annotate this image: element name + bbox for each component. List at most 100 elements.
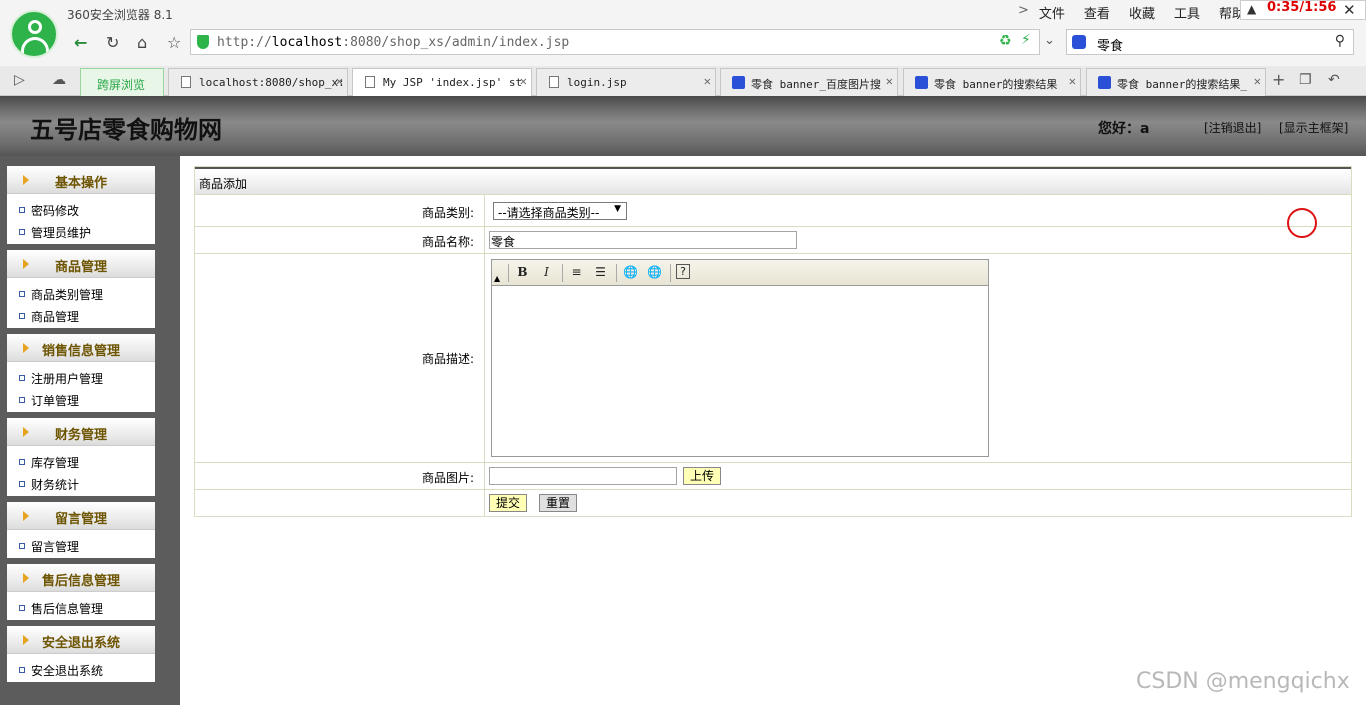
sidebar-group-header[interactable]: 基本操作 <box>7 166 155 194</box>
baidu-paw-icon <box>732 76 745 89</box>
address-bar[interactable]: http://localhost:8080/shop_xs/admin/inde… <box>190 29 1040 55</box>
refresh-icon[interactable]: ↻ <box>106 33 119 52</box>
sidebar-group-header[interactable]: 售后信息管理 <box>7 564 155 592</box>
help-icon[interactable]: ? <box>676 264 690 279</box>
sidebar-item-statistics[interactable]: 财务统计 <box>7 473 155 495</box>
tab-baidu-search-2[interactable]: 零食 banner的搜索结果_ ✕ <box>1086 68 1266 96</box>
recycle-icon[interactable]: ♻ <box>999 33 1012 49</box>
sidebar-item-password[interactable]: 密码修改 <box>7 199 155 221</box>
document-icon <box>549 76 559 88</box>
sidebar-item-inventory[interactable]: 库存管理 <box>7 451 155 473</box>
bold-icon[interactable]: B <box>514 264 531 281</box>
sidebar-group-sales: 销售信息管理 注册用户管理 订单管理 <box>7 334 155 412</box>
name-label: 商品名称: <box>421 235 474 249</box>
editor-body[interactable] <box>492 286 988 456</box>
sidebar-group-header[interactable]: 财务管理 <box>7 418 155 446</box>
bullet-icon <box>19 375 25 381</box>
tab-list-icon[interactable]: ❐ <box>1299 72 1312 88</box>
link-icon[interactable]: 🌐 <box>622 264 639 281</box>
tab-cross-screen[interactable]: 跨屏浏览 <box>80 68 164 96</box>
tab-baidu-images[interactable]: 零食 banner_百度图片搜 ✕ <box>720 68 898 96</box>
menu-tools[interactable]: 工具 <box>1174 3 1200 22</box>
bullet-icon <box>19 291 25 297</box>
close-tab-icon[interactable]: ✕ <box>520 74 527 88</box>
sidebar: 基本操作 密码修改 管理员维护 商品管理 商品类别管理 商品管理 销售信息管理 … <box>0 156 180 705</box>
bullet-icon <box>19 459 25 465</box>
description-label: 商品描述: <box>421 352 474 366</box>
star-icon[interactable]: ☆ <box>167 33 181 52</box>
baidu-paw-icon[interactable] <box>1072 35 1086 49</box>
menu-view[interactable]: 查看 <box>1084 3 1110 22</box>
bullet-icon <box>19 543 25 549</box>
sidebar-item-users[interactable]: 注册用户管理 <box>7 367 155 389</box>
row-image: 商品图片: 上传 <box>195 463 1351 490</box>
chevron-right-icon[interactable]: > <box>1018 3 1029 22</box>
logout-link[interactable]: [注销退出] <box>1204 119 1261 136</box>
sidebar-group-messages: 留言管理 留言管理 <box>7 502 155 558</box>
new-tab-icon[interactable]: + <box>1272 70 1285 89</box>
close-tab-icon[interactable]: ✕ <box>1254 74 1261 88</box>
sidebar-item-orders[interactable]: 订单管理 <box>7 389 155 411</box>
watermark: CSDN @mengqichx <box>1136 669 1350 694</box>
unlink-icon[interactable]: 🌐 <box>646 264 663 281</box>
sidebar-group-finance: 财务管理 库存管理 财务统计 <box>7 418 155 496</box>
sidebar-group-header[interactable]: 安全退出系统 <box>7 626 155 654</box>
close-tab-icon[interactable]: ✕ <box>704 74 711 88</box>
sidebar-group-goods: 商品管理 商品类别管理 商品管理 <box>7 250 155 328</box>
ordered-list-icon[interactable]: ≡ <box>568 264 585 281</box>
search-icon[interactable]: ⚲ <box>1335 33 1345 49</box>
sidebar-group-exit: 安全退出系统 安全退出系统 <box>7 626 155 682</box>
submit-button[interactable]: 提交 <box>489 494 527 512</box>
tab-login-jsp[interactable]: login.jsp ✕ <box>536 68 716 96</box>
sidebar-group-header[interactable]: 商品管理 <box>7 250 155 278</box>
sidebar-group-header[interactable]: 留言管理 <box>7 502 155 530</box>
sidebar-group-header[interactable]: 销售信息管理 <box>7 334 155 362</box>
name-input[interactable]: 零食 <box>489 231 797 249</box>
dropdown-arrow-icon: ▼ <box>614 204 621 214</box>
sidebar-item-categories[interactable]: 商品类别管理 <box>7 283 155 305</box>
search-box[interactable]: 零食 ⚲ <box>1066 29 1354 55</box>
tab-localhost[interactable]: localhost:8080/shop_x: ✕ <box>168 68 348 96</box>
close-tab-icon[interactable]: ✕ <box>886 74 893 88</box>
sidebar-item-aftersales[interactable]: 售后信息管理 <box>7 597 155 619</box>
bullet-icon <box>19 667 25 673</box>
shirt-icon[interactable]: ▲ <box>1247 2 1256 16</box>
close-window-icon[interactable]: ✕ <box>1343 1 1356 19</box>
close-tab-icon[interactable]: ✕ <box>336 74 343 88</box>
rich-text-editor: ▲ B I ≡ ☰ 🌐 🌐 ? <box>491 259 989 457</box>
undo-close-icon[interactable]: ↶ <box>1328 72 1340 88</box>
sidebar-item-admins[interactable]: 管理员维护 <box>7 221 155 243</box>
menu-file[interactable]: 文件 <box>1039 3 1065 22</box>
browser-logo-icon[interactable] <box>10 10 58 58</box>
window-controls: ▲ 0:35/1:56 ✕ <box>1240 0 1366 20</box>
baidu-paw-icon <box>915 76 928 89</box>
sidebar-item-goods[interactable]: 商品管理 <box>7 305 155 327</box>
bullet-icon <box>19 605 25 611</box>
recording-clock: 0:35/1:56 <box>1267 0 1337 15</box>
sidebar-toggle-icon[interactable]: ▷ <box>14 72 25 88</box>
italic-icon[interactable]: I <box>538 264 555 281</box>
toolbar-collapse-icon[interactable]: ▲ <box>494 274 500 283</box>
tab-index-jsp[interactable]: My JSP 'index.jsp' st ✕ <box>352 68 532 96</box>
bullet-icon <box>19 481 25 487</box>
upload-button[interactable]: 上传 <box>683 467 721 485</box>
close-tab-icon[interactable]: ✕ <box>1069 74 1076 88</box>
show-frame-link[interactable]: [显示主框架] <box>1279 119 1348 136</box>
home-icon[interactable]: ⌂ <box>137 33 147 52</box>
sidebar-item-messages[interactable]: 留言管理 <box>7 535 155 557</box>
document-icon <box>365 76 375 88</box>
row-name: 商品名称: 零食 <box>195 227 1351 254</box>
image-path-input[interactable] <box>489 467 677 485</box>
category-select[interactable]: --请选择商品类别-- ▼ <box>493 202 627 220</box>
sidebar-group-basic: 基本操作 密码修改 管理员维护 <box>7 166 155 244</box>
unordered-list-icon[interactable]: ☰ <box>592 264 609 281</box>
tab-baidu-search-1[interactable]: 零食 banner的搜索结果 ✕ <box>903 68 1081 96</box>
sidebar-item-exit[interactable]: 安全退出系统 <box>7 659 155 681</box>
search-input[interactable]: 零食 <box>1097 35 1123 54</box>
cloud-icon[interactable]: ☁ <box>52 72 66 88</box>
reset-button[interactable]: 重置 <box>539 494 577 512</box>
lightning-icon[interactable]: ⚡ <box>1021 32 1031 48</box>
chevron-down-icon[interactable]: ⌄ <box>1044 33 1055 48</box>
menu-favorites[interactable]: 收藏 <box>1129 3 1155 22</box>
back-icon[interactable]: ← <box>74 33 87 52</box>
